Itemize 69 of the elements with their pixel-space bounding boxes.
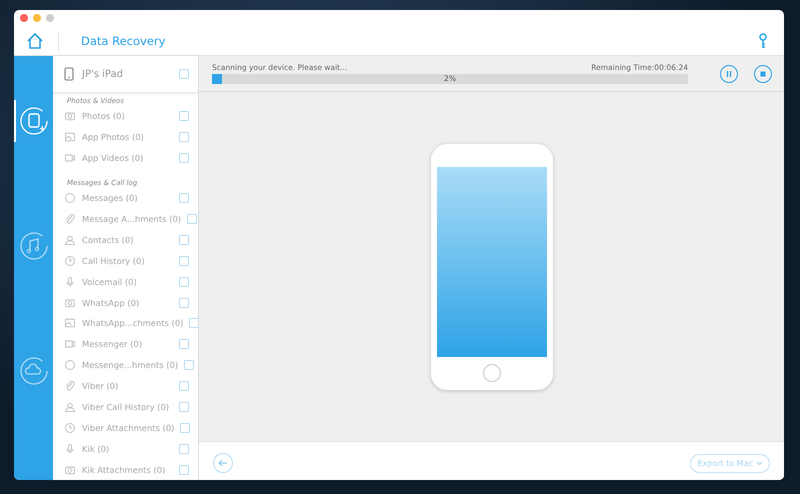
music-recovery-icon[interactable]	[18, 231, 48, 261]
category-icon	[64, 359, 76, 372]
category-icon	[64, 442, 76, 455]
category-icon	[64, 254, 76, 267]
category-icon	[64, 234, 76, 246]
category-icon	[64, 464, 76, 476]
chevron-down-icon	[756, 460, 763, 466]
checkbox[interactable]	[179, 402, 189, 412]
category-label[interactable]: Kik Attachments (0)	[82, 464, 173, 475]
checkbox[interactable]	[179, 298, 189, 308]
window-title: Data Recovery	[81, 34, 166, 48]
selection-indicator	[14, 100, 16, 142]
category-label[interactable]: Contacts (0)	[82, 234, 173, 245]
category-label[interactable]: WhatsApp...chments (0)	[82, 318, 184, 328]
tablet-icon	[64, 67, 74, 81]
category-label[interactable]: Call History (0)	[82, 256, 173, 266]
category-label[interactable]: App Videos (0)	[82, 153, 173, 164]
category-label[interactable]: Message A...hments (0)	[82, 214, 182, 224]
category-label[interactable]: WhatsApp (0)	[82, 298, 173, 308]
category-icon	[64, 401, 76, 414]
checkbox[interactable]	[179, 381, 189, 392]
checkbox[interactable]	[180, 422, 190, 433]
category-label[interactable]: Messages (0)	[82, 193, 173, 204]
category-label[interactable]: Kik (0)	[82, 444, 173, 454]
home-icon[interactable]	[26, 32, 44, 50]
category-icon	[64, 276, 76, 288]
category-icon	[64, 131, 76, 144]
checkbox[interactable]	[179, 111, 189, 122]
category-label[interactable]: Photos (0)	[82, 111, 173, 122]
checkbox[interactable]	[179, 234, 189, 245]
category-icon	[64, 110, 76, 122]
category-label[interactable]: Viber Attachments (0)	[82, 422, 174, 433]
checkbox[interactable]	[179, 339, 189, 350]
back-button[interactable]	[213, 453, 233, 473]
pause-icon	[725, 70, 733, 78]
minimize-button[interactable]	[33, 14, 41, 22]
category-label[interactable]: Messenger (0)	[82, 339, 173, 350]
checkbox[interactable]	[179, 193, 189, 204]
checkbox[interactable]	[179, 256, 189, 266]
stop-icon	[759, 70, 767, 78]
close-button[interactable]	[20, 14, 28, 22]
category-icon	[64, 317, 76, 330]
checkbox[interactable]	[179, 276, 189, 287]
device-name: JP's iPad	[82, 68, 124, 80]
checkbox[interactable]	[179, 132, 189, 142]
category-label[interactable]: Viber (0)	[82, 381, 173, 392]
checkbox[interactable]	[179, 69, 189, 79]
checkbox[interactable]	[179, 464, 189, 475]
device-recovery-icon[interactable]	[18, 106, 48, 136]
category-label[interactable]: Voicemail (0)	[82, 276, 173, 287]
category-icon	[64, 380, 76, 392]
category-label[interactable]: Messenge...hments (0)	[82, 360, 178, 370]
pause-button[interactable]	[720, 64, 738, 82]
stop-button[interactable]	[754, 64, 772, 82]
checkbox[interactable]	[179, 153, 189, 164]
cloud-recovery-icon[interactable]	[18, 356, 48, 386]
category-icon	[64, 213, 76, 225]
category-icon	[64, 152, 76, 164]
category-icon	[64, 192, 76, 204]
category-icon	[64, 338, 76, 350]
checkbox[interactable]	[179, 444, 189, 454]
category-label[interactable]: Viber Call History (0)	[82, 402, 173, 412]
category-label[interactable]: App Photos (0)	[82, 132, 173, 142]
left-arrow-icon	[218, 458, 228, 468]
checkbox[interactable]	[187, 214, 198, 224]
category-icon	[64, 422, 76, 434]
checkbox[interactable]	[184, 360, 194, 370]
zoom-button[interactable]	[46, 14, 54, 22]
category-icon	[64, 296, 76, 309]
